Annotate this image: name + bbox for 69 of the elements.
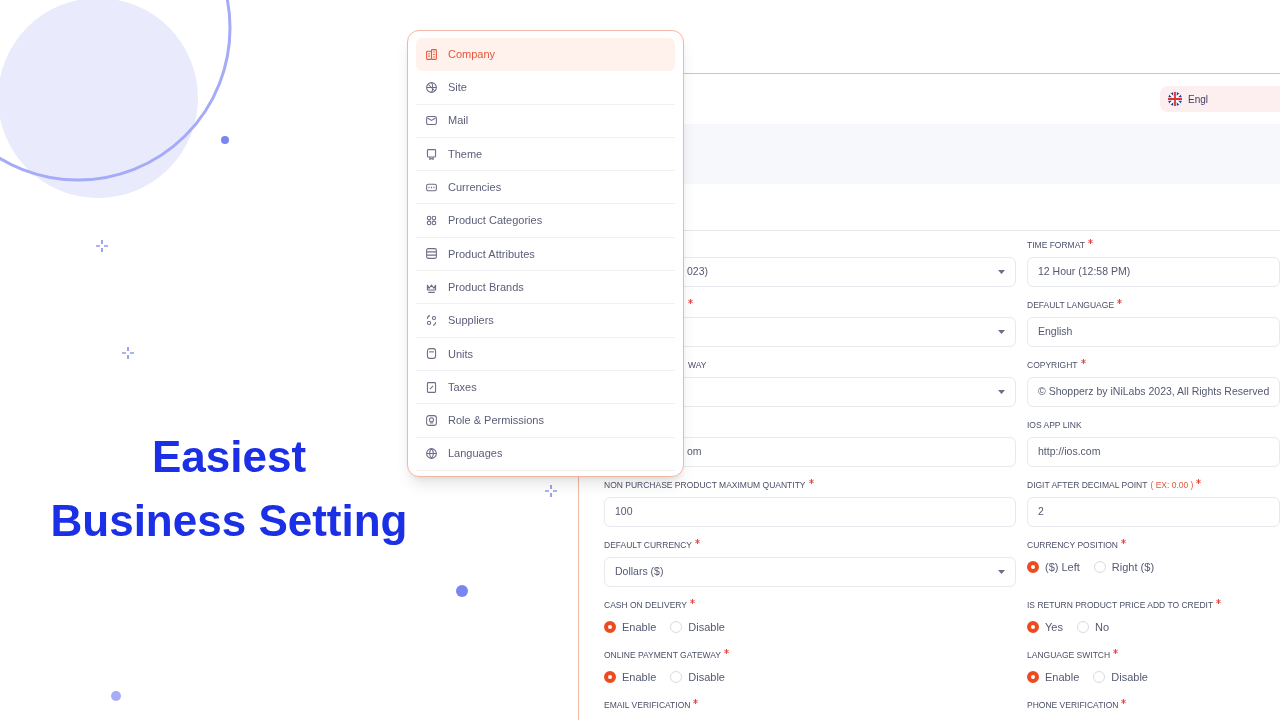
field-label: WAY — [688, 359, 707, 371]
field-label: LANGUAGE SWITCH — [1027, 649, 1111, 661]
sparkle-icon — [95, 239, 109, 253]
caret-icon — [998, 570, 1005, 574]
settings-menu-item[interactable]: Units — [416, 337, 675, 371]
field-label: DIGIT AFTER DECIMAL POINT — [1027, 479, 1148, 491]
settings-menu-item[interactable]: Product Brands — [416, 271, 675, 305]
decorative-dot — [111, 691, 121, 701]
radio-option[interactable]: Disable — [670, 668, 725, 686]
grid-icon — [425, 214, 438, 228]
radio-option[interactable]: Right ($) — [1093, 558, 1155, 576]
sparkle-icon — [121, 346, 135, 360]
headline-text: Business Setting — [50, 495, 408, 547]
settings-menu-item[interactable]: Suppliers — [416, 304, 675, 338]
flag-icon — [1168, 92, 1182, 106]
settings-menu-item[interactable]: Product Categories — [416, 204, 675, 238]
receipt-icon — [425, 380, 438, 394]
box-icon — [425, 347, 438, 361]
headline-text: Easiest — [151, 431, 307, 483]
field-label: TIME FORMAT — [1027, 239, 1085, 251]
field-label: CASH ON DELIVERY — [604, 599, 687, 611]
input-field[interactable]: http://ios.com — [1027, 437, 1280, 467]
radio-option[interactable]: No — [1076, 618, 1109, 636]
field-label: NON PURCHASE PRODUCT MAXIMUM QUANTITY — [604, 479, 806, 491]
language-button[interactable]: Engl — [1160, 86, 1280, 112]
field-label: CURRENCY POSITION — [1027, 539, 1118, 551]
field-label: DEFAULT LANGUAGE — [1027, 299, 1115, 311]
field-label: DEFAULT CURRENCY — [604, 539, 692, 551]
monitor-icon — [425, 147, 438, 161]
input-field[interactable]: 100 — [604, 497, 1016, 527]
settings-menu-item[interactable]: Taxes — [416, 370, 675, 405]
list-icon — [425, 247, 438, 261]
globe-icon — [425, 80, 438, 94]
settings-menu-item[interactable]: Product Attributes — [416, 237, 675, 272]
radio-option[interactable]: ($) Left — [1027, 558, 1080, 576]
field-label: IOS APP LINK — [1027, 419, 1082, 431]
radio-option[interactable]: Disable — [1093, 668, 1148, 686]
caret-icon — [998, 330, 1005, 334]
field-hint: ( EX: 0.00 ) — [1150, 479, 1194, 491]
settings-menu-item[interactable]: Role & Permissions — [416, 404, 675, 438]
caret-icon — [998, 270, 1005, 274]
caret-icon — [998, 390, 1005, 394]
input-field[interactable]: English — [1027, 317, 1280, 347]
mail-icon — [425, 114, 438, 128]
sparkle-icon — [544, 484, 558, 498]
decorative-dot — [456, 585, 468, 597]
settings-menu-item[interactable]: Theme — [416, 137, 675, 172]
field-label: COPYRIGHT — [1027, 359, 1078, 371]
field-label: ONLINE PAYMENT GATEWAY — [604, 649, 721, 661]
input-field[interactable]: 12 Hour (12:58 PM) — [1027, 257, 1280, 287]
input-field[interactable]: 2 — [1027, 497, 1280, 527]
globe-icon — [425, 447, 438, 461]
radio-option[interactable]: Disable — [670, 618, 725, 636]
people-icon — [425, 314, 438, 327]
building-icon — [425, 48, 438, 62]
field-label: IS RETURN PRODUCT PRICE ADD TO CREDIT — [1027, 599, 1214, 611]
radio-option[interactable]: Enable — [1027, 668, 1080, 686]
settings-menu-item[interactable]: Site — [416, 71, 675, 105]
input-field[interactable]: © Shopperz by iNiLabs 2023, All Rights Reserved — [1027, 377, 1280, 407]
radio-option[interactable]: Enable — [604, 668, 657, 686]
settings-menu-item[interactable]: Languages — [416, 437, 675, 471]
radio-option[interactable]: Yes — [1027, 618, 1063, 636]
radio-option[interactable]: Enable — [604, 618, 657, 636]
select-field[interactable]: Dollars ($) — [604, 557, 1016, 587]
field-label: PHONE VERIFICATION — [1027, 699, 1119, 711]
field-label: EMAIL VERIFICATION — [604, 699, 691, 711]
settings-menu-item[interactable]: Currencies — [416, 171, 675, 205]
decorative-dot — [221, 136, 229, 144]
settings-menu-item[interactable]: Mail — [416, 104, 675, 138]
